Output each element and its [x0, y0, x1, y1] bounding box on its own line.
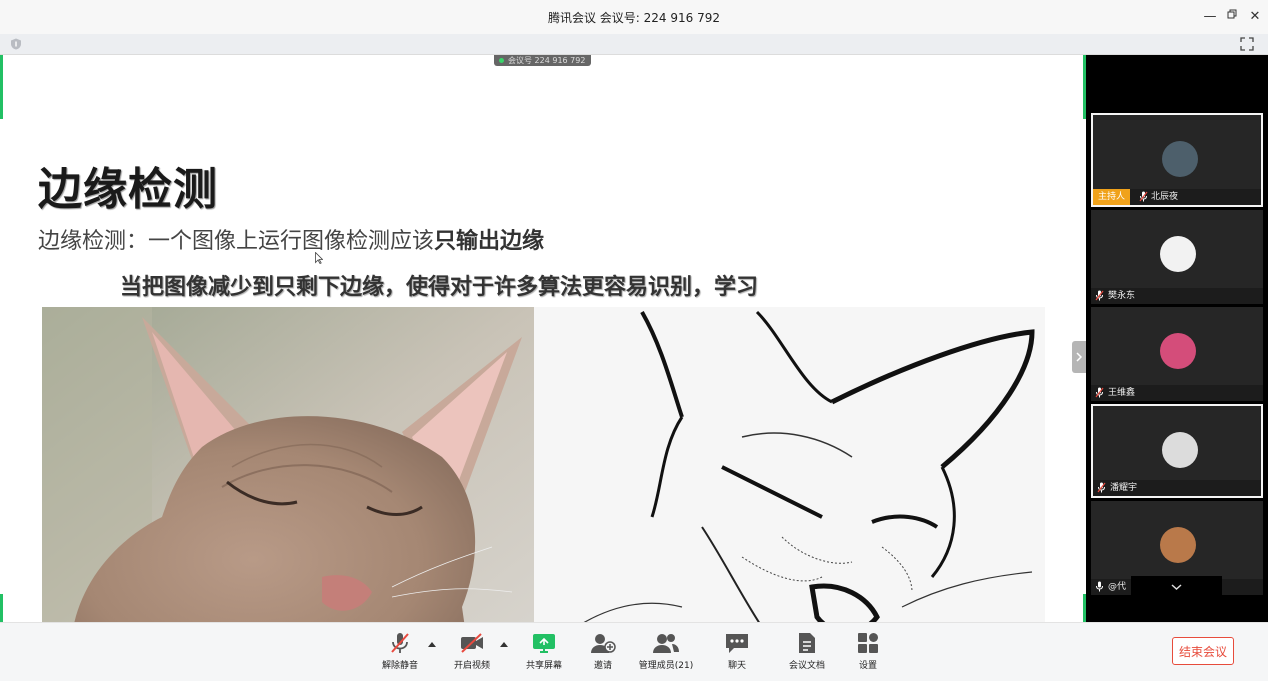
- mic-icon: [1096, 581, 1103, 592]
- chevron-right-icon: [1076, 352, 1083, 362]
- unmute-button[interactable]: 解除静音: [370, 632, 430, 671]
- mic-muted-icon: [1097, 482, 1106, 493]
- avatar: [1160, 527, 1196, 563]
- participant-name: 樊永东: [1108, 291, 1136, 301]
- add-user-icon: [591, 634, 616, 653]
- host-badge: 主持人: [1093, 189, 1131, 205]
- edge-detected-cat: [534, 307, 1045, 622]
- slide-title: 边缘检测: [38, 164, 218, 215]
- fullscreen-icon[interactable]: [1240, 37, 1254, 51]
- participant-tile[interactable]: 樊永东: [1091, 210, 1263, 304]
- shared-screen: 边缘检测 边缘检测：一个图像上运行图像检测应该只输出边缘 当把图像减少到只剩下边…: [0, 55, 1086, 622]
- chat-button[interactable]: 聊天: [707, 632, 767, 671]
- original-cat-photo: [42, 307, 534, 622]
- share-border-left-top: [0, 55, 3, 119]
- start-video-label: 开启视频: [453, 661, 490, 671]
- avatar: [1162, 141, 1198, 177]
- restore-icon: [1227, 9, 1236, 19]
- mic-muted-icon: [1139, 191, 1148, 202]
- window-title: 腾讯会议 会议号: 224 916 792: [547, 11, 720, 25]
- participant-name: 王维鑫: [1108, 388, 1136, 398]
- settings-label: 设置: [858, 661, 877, 671]
- participant-name: 北辰夜: [1151, 192, 1179, 202]
- manage-members-label: 管理成员(21): [638, 661, 694, 671]
- avatar: [1162, 432, 1198, 468]
- share-screen-label: 共享屏幕: [525, 661, 562, 671]
- mic-muted-icon: [391, 633, 409, 653]
- grid-settings-icon: [858, 633, 878, 653]
- participant-tile[interactable]: 主持人 北辰夜: [1091, 113, 1263, 207]
- meeting-docs-label: 会议文档: [788, 661, 825, 671]
- share-border-left-bottom: [0, 594, 3, 622]
- collapse-list-button[interactable]: [1131, 576, 1222, 598]
- video-options-caret[interactable]: [500, 642, 508, 647]
- secondary-bar: [0, 34, 1268, 55]
- meeting-id-tag: 会议号 224 916 792: [494, 55, 592, 66]
- audio-options-caret[interactable]: [428, 642, 436, 647]
- members-icon: [653, 634, 679, 653]
- avatar: [1160, 236, 1196, 272]
- start-video-button[interactable]: 开启视频: [442, 632, 502, 671]
- expand-sidebar-button[interactable]: [1072, 341, 1086, 373]
- slide-text-line1-bold: 只输出边缘: [434, 229, 545, 254]
- avatar: [1160, 333, 1196, 369]
- chevron-down-icon: [1171, 584, 1182, 591]
- share-screen-icon: [533, 634, 555, 653]
- participant-name: @代: [1108, 582, 1127, 592]
- title-bar: 腾讯会议 会议号: 224 916 792 — ✕: [0, 0, 1268, 35]
- invite-label: 邀请: [593, 661, 612, 671]
- invite-button[interactable]: 邀请: [573, 632, 633, 671]
- participant-tile[interactable]: 潘耀宇: [1091, 404, 1263, 498]
- share-screen-button[interactable]: 共享屏幕: [514, 632, 574, 671]
- slide-text-line1: 边缘检测：一个图像上运行图像检测应该只输出边缘: [38, 223, 544, 255]
- shield-icon[interactable]: [10, 38, 22, 50]
- restore-button[interactable]: [1222, 7, 1242, 27]
- settings-button[interactable]: 设置: [838, 632, 898, 671]
- mouse-cursor-icon: [315, 252, 323, 264]
- minimize-button[interactable]: —: [1200, 7, 1220, 27]
- document-icon: [799, 633, 815, 653]
- meeting-toolbar: [0, 622, 1268, 681]
- unmute-label: 解除静音: [381, 661, 418, 671]
- slide-text-line2: 当把图像减少到只剩下边缘，使得对于许多算法更容易识别，学习: [120, 275, 759, 300]
- slide-text-line1-prefix: 边缘检测：一个图像上运行图像检测应该: [38, 229, 435, 254]
- cat-comparison-image: [42, 307, 1045, 622]
- participant-tile[interactable]: 王维鑫: [1091, 307, 1263, 401]
- meeting-docs-button[interactable]: 会议文档: [777, 632, 837, 671]
- participant-name: 潘耀宇: [1110, 483, 1138, 493]
- close-button[interactable]: ✕: [1245, 7, 1265, 27]
- mic-muted-icon: [1095, 387, 1104, 398]
- manage-members-button[interactable]: 管理成员(21): [636, 632, 696, 671]
- chat-icon: [726, 634, 748, 653]
- camera-off-icon: [461, 633, 483, 653]
- end-meeting-button[interactable]: 结束会议: [1172, 637, 1234, 665]
- mic-muted-icon: [1095, 290, 1104, 301]
- chat-label: 聊天: [727, 661, 746, 671]
